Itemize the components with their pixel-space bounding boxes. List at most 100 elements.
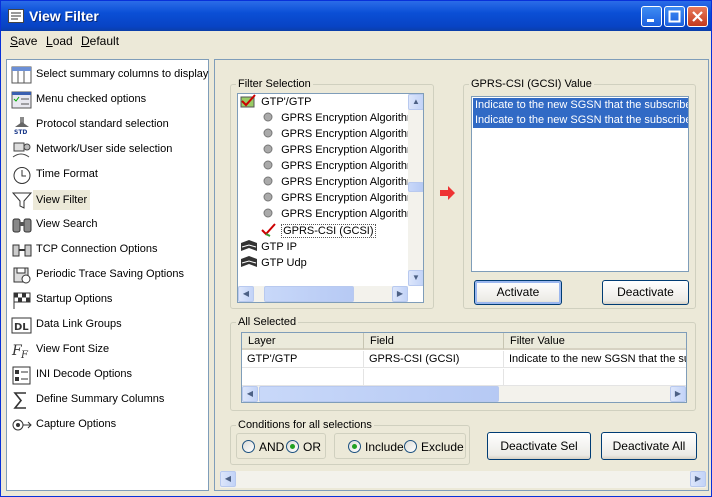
nav-data-link-groups[interactable]: DL Data Link Groups: [9, 314, 209, 336]
nav-view-search[interactable]: View Search: [9, 214, 209, 236]
tree-vertical-scrollbar[interactable]: ▲ ▼: [408, 94, 423, 286]
scroll-right-icon[interactable]: ▶: [670, 386, 686, 402]
exclude-radio[interactable]: [404, 440, 417, 453]
ini-icon: [12, 366, 31, 385]
maximize-button[interactable]: [664, 6, 685, 27]
value-listbox[interactable]: Indicate to the new SGSN that the subscr…: [471, 96, 689, 272]
menu-load[interactable]: Load: [46, 34, 73, 48]
nav-time-format[interactable]: Time Format: [9, 164, 209, 186]
nav-label: Periodic Trace Saving Options: [36, 268, 184, 280]
scroll-right-icon[interactable]: ▶: [392, 286, 408, 302]
tree-node-label: GTP IP: [261, 241, 297, 253]
table-cell-layer[interactable]: GTP'/GTP: [242, 351, 364, 368]
tree-node-gprs-csi[interactable]: GPRS-CSI (GCSI): [260, 223, 376, 238]
tree-node-gtp-ip[interactable]: GTP IP: [240, 239, 297, 253]
deactivate-all-button[interactable]: Deactivate All: [601, 432, 697, 460]
menu-save-accel: S: [10, 34, 19, 48]
value-list-item[interactable]: Indicate to the new SGSN that the subscr…: [473, 113, 688, 128]
column-header-filter-value[interactable]: Filter Value: [504, 333, 686, 350]
nav-protocol-standard[interactable]: STD Protocol standard selection: [9, 114, 209, 136]
nav-define-summary-columns[interactable]: Define Summary Columns: [9, 389, 209, 411]
nav-ini-decode[interactable]: INI Decode Options: [9, 364, 209, 386]
datalink-icon: DL: [11, 317, 32, 334]
scroll-down-icon[interactable]: ▼: [408, 270, 423, 286]
tree-hscroll-thumb[interactable]: [264, 286, 354, 302]
tree-node-encryption-3[interactable]: GPRS Encryption Algorithm: [260, 143, 416, 156]
table-cell-field[interactable]: GPRS-CSI (GCSI): [364, 351, 504, 368]
activate-button[interactable]: Activate: [474, 280, 562, 305]
nav-periodic-trace-saving[interactable]: Periodic Trace Saving Options: [9, 264, 209, 286]
value-list-item[interactable]: Indicate to the new SGSN that the subscr…: [473, 98, 688, 113]
menu-save[interactable]: Save: [10, 34, 37, 48]
grid-hscroll-thumb[interactable]: [259, 386, 499, 402]
tree-vscroll-thumb[interactable]: [408, 182, 423, 192]
nav-label: Select summary columns to display: [36, 68, 209, 80]
bullet-icon: [263, 176, 273, 186]
menu-default[interactable]: Default: [81, 34, 119, 48]
title-bar[interactable]: View Filter: [1, 1, 711, 31]
tree-node-encryption-5[interactable]: GPRS Encryption Algorithm: [260, 175, 416, 188]
nav-view-filter[interactable]: View Filter: [9, 189, 209, 211]
tree-node-label: GPRS Encryption Algorithm: [281, 176, 417, 188]
tree-node-label: GTP'/GTP: [261, 96, 312, 108]
all-selected-grid[interactable]: Layer Field Filter Value GTP'/GTP GPRS-C…: [241, 332, 687, 403]
nav-view-font-size[interactable]: FF View Font Size: [9, 339, 209, 361]
nav-label: Protocol standard selection: [36, 118, 169, 130]
tree-node-gtp-udp[interactable]: GTP Udp: [240, 255, 307, 269]
panel-horizontal-scrollbar[interactable]: ◀ ▶: [220, 471, 706, 488]
svg-text:F: F: [20, 350, 29, 360]
book-icon: [241, 256, 257, 267]
scroll-up-icon[interactable]: ▲: [408, 94, 423, 110]
tree-node-encryption-4[interactable]: GPRS Encryption Algorithm: [260, 159, 416, 172]
tree-horizontal-scrollbar[interactable]: ◀ ▶: [238, 286, 408, 302]
and-label: AND: [259, 440, 285, 454]
deactivate-sel-button[interactable]: Deactivate Sel: [487, 432, 591, 460]
font-size-icon: FF: [11, 343, 29, 360]
nav-select-summary-columns[interactable]: Select summary columns to display: [9, 64, 209, 86]
nav-label: TCP Connection Options: [36, 243, 158, 255]
table-cell-empty: [364, 369, 504, 386]
nav-capture-options[interactable]: Capture Options: [9, 414, 209, 436]
table-cell-empty: [504, 369, 686, 386]
nav-startup-options[interactable]: Startup Options: [9, 289, 209, 311]
nav-tcp-connection[interactable]: TCP Connection Options: [9, 239, 209, 261]
minimize-button[interactable]: [641, 6, 662, 27]
table-cell-filter-value[interactable]: Indicate to the new SGSN that the su: [504, 351, 686, 368]
menu-bar: Save Load Default: [1, 31, 711, 51]
tree-node-encryption-1[interactable]: GPRS Encryption Algorithm: [260, 111, 416, 124]
nav-menu-checked-options[interactable]: Menu checked options: [9, 89, 209, 111]
scroll-right-icon[interactable]: ▶: [690, 471, 706, 487]
filter-selection-legend: Filter Selection: [238, 78, 311, 90]
bullet-icon: [263, 192, 273, 202]
bullet-icon: [263, 128, 273, 138]
or-radio[interactable]: [286, 440, 299, 453]
include-radio[interactable]: [348, 440, 361, 453]
menu-default-accel: D: [81, 34, 90, 48]
tree-node-encryption-7[interactable]: GPRS Encryption Algorithm: [260, 207, 416, 220]
tree-node-encryption-6[interactable]: GPRS Encryption Algorithm: [260, 191, 416, 204]
bullet-icon: [263, 160, 273, 170]
menu-load-accel: L: [46, 34, 53, 48]
column-header-field[interactable]: Field: [364, 333, 504, 350]
tree-node-label: GPRS Encryption Algorithm: [281, 160, 417, 172]
minimize-icon: [647, 19, 654, 22]
scroll-left-icon[interactable]: ◀: [220, 471, 236, 487]
filter-tree[interactable]: GTP'/GTP GPRS Encryption Algorithm GPRS …: [237, 93, 424, 303]
svg-text:DL: DL: [14, 322, 29, 333]
value-group-legend: GPRS-CSI (GCSI) Value: [471, 78, 592, 90]
grid-horizontal-scrollbar[interactable]: ◀ ▶: [242, 386, 686, 402]
close-button[interactable]: [687, 6, 708, 27]
std-icon: STD: [14, 117, 29, 135]
deactivate-button[interactable]: Deactivate: [602, 280, 689, 305]
tcp-icon: [12, 244, 32, 257]
table-cell-empty: [242, 369, 364, 386]
arrow-right-icon: [440, 186, 455, 200]
and-radio[interactable]: [242, 440, 255, 453]
tree-node-gtp[interactable]: GTP'/GTP: [240, 94, 311, 108]
scroll-left-icon[interactable]: ◀: [238, 286, 254, 302]
nav-network-user-side[interactable]: Network/User side selection: [9, 139, 209, 161]
scroll-left-icon[interactable]: ◀: [242, 386, 258, 402]
column-header-layer[interactable]: Layer: [242, 333, 364, 350]
network-icon: [12, 142, 31, 158]
tree-node-encryption-2[interactable]: GPRS Encryption Algorithm: [260, 127, 416, 140]
